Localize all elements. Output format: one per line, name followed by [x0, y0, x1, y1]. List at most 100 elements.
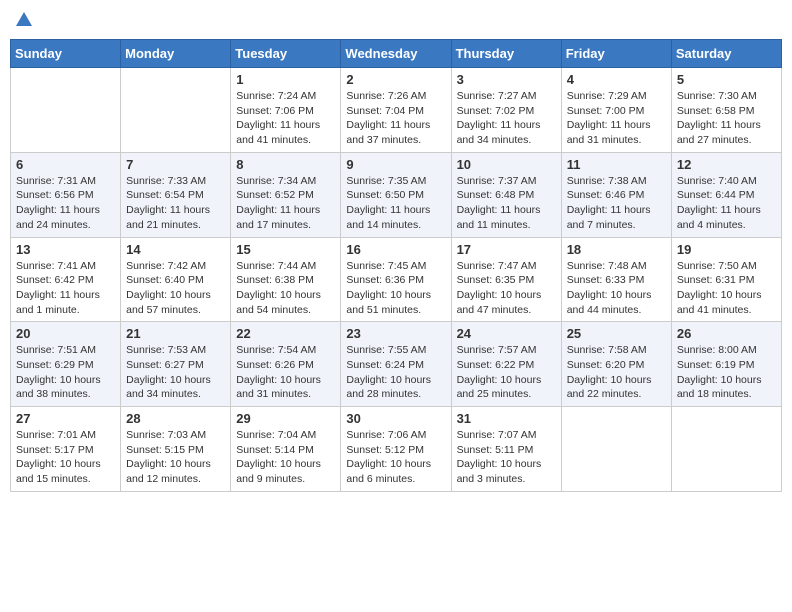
- day-info: Sunrise: 7:55 AMSunset: 6:24 PMDaylight:…: [346, 344, 431, 400]
- day-info: Sunrise: 7:50 AMSunset: 6:31 PMDaylight:…: [677, 260, 762, 316]
- day-info: Sunrise: 7:04 AMSunset: 5:14 PMDaylight:…: [236, 429, 321, 485]
- calendar-cell: 12 Sunrise: 7:40 AMSunset: 6:44 PMDayligh…: [671, 152, 781, 237]
- calendar-table: SundayMondayTuesdayWednesdayThursdayFrid…: [10, 39, 782, 492]
- calendar-cell: 25 Sunrise: 7:58 AMSunset: 6:20 PMDayligh…: [561, 322, 671, 407]
- day-number: 22: [236, 326, 335, 341]
- day-number: 19: [677, 242, 776, 257]
- calendar-cell: 19 Sunrise: 7:50 AMSunset: 6:31 PMDayligh…: [671, 237, 781, 322]
- calendar-cell: [121, 68, 231, 153]
- day-number: 30: [346, 411, 445, 426]
- day-info: Sunrise: 7:03 AMSunset: 5:15 PMDaylight:…: [126, 429, 211, 485]
- calendar-cell: 10 Sunrise: 7:37 AMSunset: 6:48 PMDayligh…: [451, 152, 561, 237]
- day-number: 16: [346, 242, 445, 257]
- day-number: 25: [567, 326, 666, 341]
- day-number: 4: [567, 72, 666, 87]
- calendar-cell: 23 Sunrise: 7:55 AMSunset: 6:24 PMDayligh…: [341, 322, 451, 407]
- calendar-cell: 3 Sunrise: 7:27 AMSunset: 7:02 PMDaylight…: [451, 68, 561, 153]
- day-number: 15: [236, 242, 335, 257]
- weekday-header-wednesday: Wednesday: [341, 40, 451, 68]
- calendar-cell: 31 Sunrise: 7:07 AMSunset: 5:11 PMDayligh…: [451, 407, 561, 492]
- day-info: Sunrise: 7:37 AMSunset: 6:48 PMDaylight:…: [457, 175, 541, 231]
- day-number: 28: [126, 411, 225, 426]
- day-info: Sunrise: 7:58 AMSunset: 6:20 PMDaylight:…: [567, 344, 652, 400]
- calendar-cell: 18Sunrise: 7:48 AMSunset: 6:33 PMDayligh…: [561, 237, 671, 322]
- calendar-cell: 16Sunrise: 7:45 AMSunset: 6:36 PMDayligh…: [341, 237, 451, 322]
- day-info: Sunrise: 7:29 AMSunset: 7:00 PMDaylight:…: [567, 90, 651, 146]
- day-info: Sunrise: 7:01 AMSunset: 5:17 PMDaylight:…: [16, 429, 101, 485]
- weekday-header-monday: Monday: [121, 40, 231, 68]
- day-info: Sunrise: 7:57 AMSunset: 6:22 PMDaylight:…: [457, 344, 542, 400]
- day-number: 26: [677, 326, 776, 341]
- day-number: 11: [567, 157, 666, 172]
- day-info: Sunrise: 7:33 AMSunset: 6:54 PMDaylight:…: [126, 175, 210, 231]
- day-info: Sunrise: 7:24 AMSunset: 7:06 PMDaylight:…: [236, 90, 320, 146]
- calendar-cell: 30 Sunrise: 7:06 AMSunset: 5:12 PMDayligh…: [341, 407, 451, 492]
- logo: [14, 10, 34, 35]
- calendar-cell: 11 Sunrise: 7:38 AMSunset: 6:46 PMDayligh…: [561, 152, 671, 237]
- day-info: Sunrise: 7:53 AMSunset: 6:27 PMDaylight:…: [126, 344, 211, 400]
- calendar-cell: 22 Sunrise: 7:54 AMSunset: 6:26 PMDayligh…: [231, 322, 341, 407]
- calendar-cell: 21Sunrise: 7:53 AMSunset: 6:27 PMDayligh…: [121, 322, 231, 407]
- weekday-header-tuesday: Tuesday: [231, 40, 341, 68]
- day-number: 6: [16, 157, 115, 172]
- day-info: Sunrise: 7:40 AMSunset: 6:44 PMDaylight:…: [677, 175, 761, 231]
- day-number: 23: [346, 326, 445, 341]
- calendar-cell: 2Sunrise: 7:26 AMSunset: 7:04 PMDaylight…: [341, 68, 451, 153]
- calendar-week-row: 20 Sunrise: 7:51 AMSunset: 6:29 PMDayligh…: [11, 322, 782, 407]
- calendar-cell: 29 Sunrise: 7:04 AMSunset: 5:14 PMDayligh…: [231, 407, 341, 492]
- day-info: Sunrise: 7:44 AMSunset: 6:38 PMDaylight:…: [236, 260, 321, 316]
- calendar-cell: 4 Sunrise: 7:29 AMSunset: 7:00 PMDaylight…: [561, 68, 671, 153]
- day-number: 5: [677, 72, 776, 87]
- day-number: 2: [346, 72, 445, 87]
- calendar-cell: 28 Sunrise: 7:03 AMSunset: 5:15 PMDayligh…: [121, 407, 231, 492]
- day-info: Sunrise: 7:41 AMSunset: 6:42 PMDaylight:…: [16, 260, 100, 316]
- calendar-week-row: 6 Sunrise: 7:31 AMSunset: 6:56 PMDaylight…: [11, 152, 782, 237]
- day-info: Sunrise: 7:42 AMSunset: 6:40 PMDaylight:…: [126, 260, 211, 316]
- day-info: Sunrise: 7:30 AMSunset: 6:58 PMDaylight:…: [677, 90, 761, 146]
- calendar-cell: 20 Sunrise: 7:51 AMSunset: 6:29 PMDayligh…: [11, 322, 121, 407]
- calendar-cell: 15 Sunrise: 7:44 AMSunset: 6:38 PMDayligh…: [231, 237, 341, 322]
- day-number: 12: [677, 157, 776, 172]
- day-info: Sunrise: 7:54 AMSunset: 6:26 PMDaylight:…: [236, 344, 321, 400]
- day-number: 3: [457, 72, 556, 87]
- day-info: Sunrise: 7:34 AMSunset: 6:52 PMDaylight:…: [236, 175, 320, 231]
- calendar-cell: 5 Sunrise: 7:30 AMSunset: 6:58 PMDaylight…: [671, 68, 781, 153]
- calendar-cell: [671, 407, 781, 492]
- day-info: Sunrise: 7:07 AMSunset: 5:11 PMDaylight:…: [457, 429, 542, 485]
- day-number: 9: [346, 157, 445, 172]
- day-number: 31: [457, 411, 556, 426]
- calendar-cell: 13Sunrise: 7:41 AMSunset: 6:42 PMDayligh…: [11, 237, 121, 322]
- weekday-header-thursday: Thursday: [451, 40, 561, 68]
- calendar-cell: 7Sunrise: 7:33 AMSunset: 6:54 PMDaylight…: [121, 152, 231, 237]
- day-number: 17: [457, 242, 556, 257]
- calendar-cell: 14 Sunrise: 7:42 AMSunset: 6:40 PMDayligh…: [121, 237, 231, 322]
- calendar-week-row: 1 Sunrise: 7:24 AMSunset: 7:06 PMDaylight…: [11, 68, 782, 153]
- day-info: Sunrise: 7:51 AMSunset: 6:29 PMDaylight:…: [16, 344, 101, 400]
- day-info: Sunrise: 7:27 AMSunset: 7:02 PMDaylight:…: [457, 90, 541, 146]
- day-number: 14: [126, 242, 225, 257]
- day-number: 24: [457, 326, 556, 341]
- day-number: 18: [567, 242, 666, 257]
- calendar-cell: 1 Sunrise: 7:24 AMSunset: 7:06 PMDaylight…: [231, 68, 341, 153]
- day-number: 8: [236, 157, 335, 172]
- day-number: 20: [16, 326, 115, 341]
- day-info: Sunrise: 7:31 AMSunset: 6:56 PMDaylight:…: [16, 175, 100, 231]
- weekday-header-row: SundayMondayTuesdayWednesdayThursdayFrid…: [11, 40, 782, 68]
- day-number: 10: [457, 157, 556, 172]
- calendar-cell: 8 Sunrise: 7:34 AMSunset: 6:52 PMDaylight…: [231, 152, 341, 237]
- weekday-header-friday: Friday: [561, 40, 671, 68]
- calendar-week-row: 13Sunrise: 7:41 AMSunset: 6:42 PMDayligh…: [11, 237, 782, 322]
- logo-icon: [14, 10, 34, 30]
- day-number: 1: [236, 72, 335, 87]
- calendar-cell: [561, 407, 671, 492]
- day-info: Sunrise: 7:38 AMSunset: 6:46 PMDaylight:…: [567, 175, 651, 231]
- calendar-cell: [11, 68, 121, 153]
- day-info: Sunrise: 7:06 AMSunset: 5:12 PMDaylight:…: [346, 429, 431, 485]
- calendar-week-row: 27Sunrise: 7:01 AMSunset: 5:17 PMDayligh…: [11, 407, 782, 492]
- day-number: 29: [236, 411, 335, 426]
- calendar-cell: 24 Sunrise: 7:57 AMSunset: 6:22 PMDayligh…: [451, 322, 561, 407]
- calendar-cell: 6 Sunrise: 7:31 AMSunset: 6:56 PMDaylight…: [11, 152, 121, 237]
- calendar-cell: 26Sunrise: 8:00 AMSunset: 6:19 PMDayligh…: [671, 322, 781, 407]
- page-header: [10, 10, 782, 35]
- weekday-header-sunday: Sunday: [11, 40, 121, 68]
